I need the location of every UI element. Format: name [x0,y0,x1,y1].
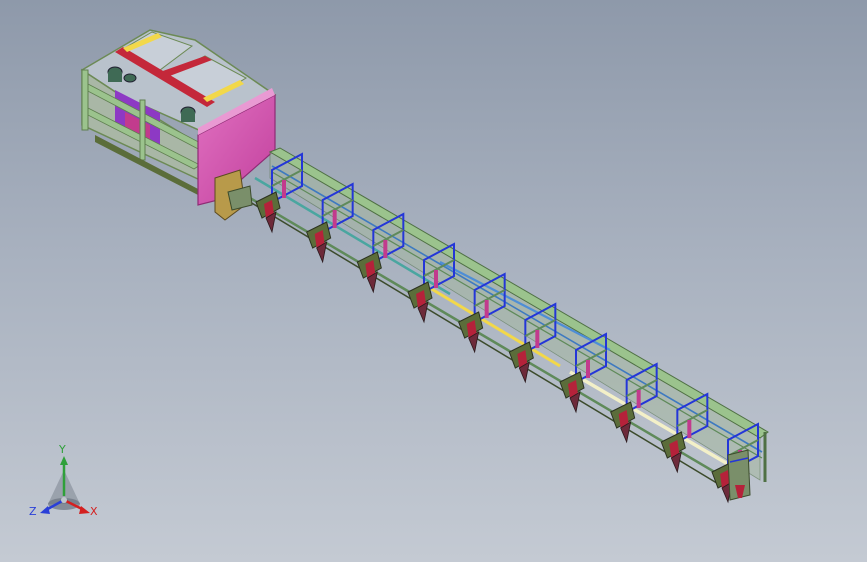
station-support [282,180,286,198]
entry-bracket [214,169,253,221]
head-cabinet[interactable] [80,29,277,206]
assembly-model[interactable] [0,0,867,562]
rail-edge-line [271,165,763,453]
station-support [535,330,540,348]
motor-body [108,72,122,82]
station-support [586,360,590,378]
x-axis-label: X [90,505,98,518]
y-axis-label: Y [59,443,66,456]
station-support [636,390,641,408]
motor-body-2 [181,112,195,122]
view-orientation-triad[interactable]: Y X Z [22,444,106,528]
end-bracket [727,449,751,501]
station-support [332,210,337,228]
station-support [687,420,692,438]
cad-viewport[interactable]: Y X Z [0,0,867,562]
rail-side [269,151,761,481]
triad-origin [61,497,67,503]
y-axis-arrow-icon [60,456,68,465]
rail-top [268,147,769,439]
z-axis-label: Z [29,505,37,518]
motor-icon-2 [123,73,137,83]
station-support [484,300,489,318]
station-support [383,240,388,258]
rail-edge-line-2 [271,171,763,459]
conveyor-back-rail[interactable] [268,147,769,482]
cabinet-post-2 [139,99,146,161]
station-support [434,270,438,288]
cabinet-post [81,69,89,131]
